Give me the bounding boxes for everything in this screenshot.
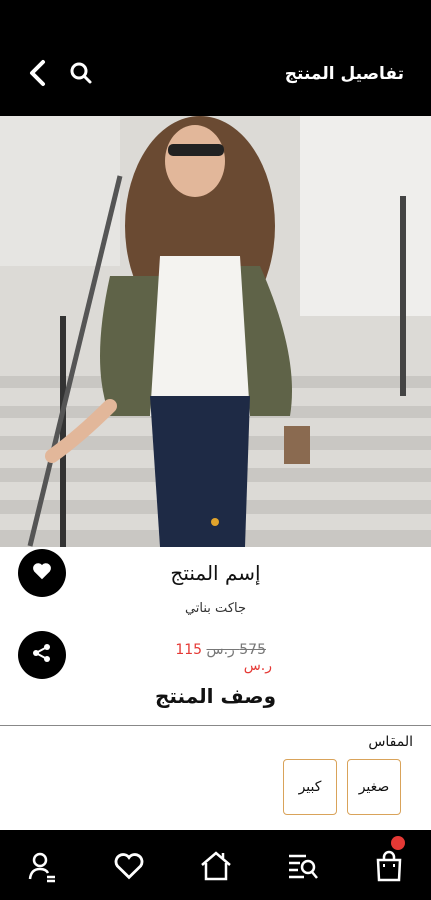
product-subtitle: جاكت بناتي [184,601,247,616]
divider [0,725,431,726]
price-block: 575 ر.س 115 ر.س [160,642,272,674]
page-title: تفاصيل المنتج [284,64,404,84]
share-button[interactable] [18,631,66,679]
home-icon[interactable] [196,846,236,886]
description-title: وصف المنتج [154,684,277,708]
product-name: إسم المنتج [170,561,261,585]
size-option-large[interactable]: كبير [283,759,337,815]
cart-icon[interactable] [369,836,409,886]
cart-badge [391,836,405,850]
status-bar [0,0,431,38]
heart-icon[interactable] [109,846,149,886]
share-icon [30,641,54,669]
size-label: المقاس [368,734,413,750]
search-icon[interactable] [68,60,94,86]
profile-icon[interactable] [22,846,62,886]
size-option-small[interactable]: صغير [347,759,401,815]
old-price: 575 ر.س [206,642,267,658]
search-list-icon[interactable] [283,846,323,886]
app-bar: تفاصيل المنتج [0,38,431,116]
product-image[interactable] [0,116,431,547]
chevron-left-icon[interactable] [24,58,54,88]
carousel-indicator[interactable] [211,518,219,526]
bottom-nav [0,830,431,900]
